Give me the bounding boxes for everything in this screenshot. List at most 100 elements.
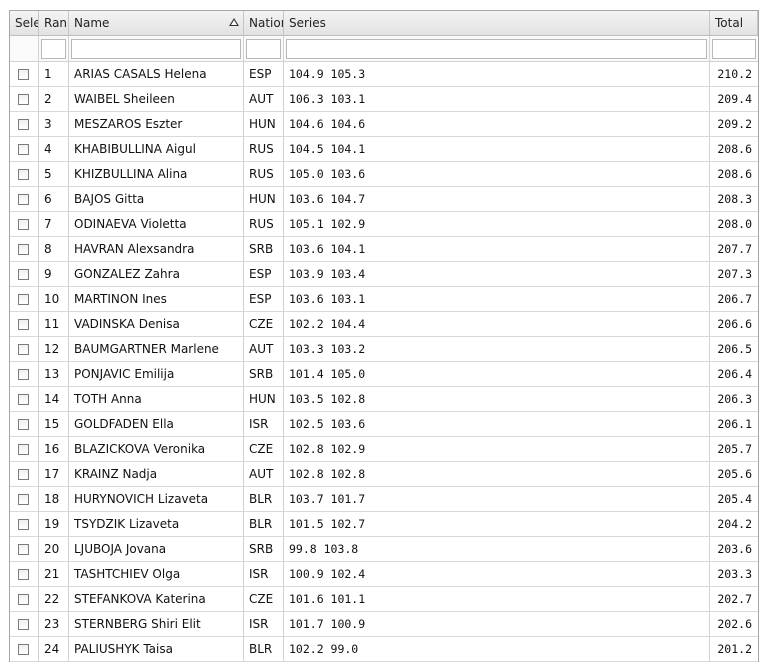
select-cell bbox=[10, 212, 39, 236]
rank-cell: 15 bbox=[39, 412, 69, 436]
filter-input-series[interactable] bbox=[286, 38, 707, 59]
table-row[interactable]: 2 WAIBEL Sheileen AUT 106.3 103.1 209.4 bbox=[10, 87, 758, 112]
select-cell bbox=[10, 87, 39, 111]
row-select-checkbox[interactable] bbox=[18, 643, 29, 655]
table-row[interactable]: 18 HURYNOVICH Lizaveta BLR 103.7 101.7 205.4 bbox=[10, 487, 758, 512]
table-row[interactable]: 4 KHABIBULLINA Aigul RUS 104.5 104.1 208.6 bbox=[10, 137, 758, 162]
series-cell: 102.2 99.0 bbox=[284, 637, 710, 661]
column-header-label: Total bbox=[715, 16, 744, 30]
rank-cell: 12 bbox=[39, 337, 69, 361]
filter-input-rank[interactable] bbox=[41, 38, 66, 59]
rank-cell: 1 bbox=[39, 62, 69, 86]
table-row[interactable]: 10 MARTINON Ines ESP 103.6 103.1 206.7 bbox=[10, 287, 758, 312]
column-header-total[interactable]: Total bbox=[710, 11, 758, 35]
name-cell: GOLDFADEN Ella bbox=[69, 412, 244, 436]
row-select-checkbox[interactable] bbox=[18, 393, 29, 405]
table-row[interactable]: 5 KHIZBULLINA Alina RUS 105.0 103.6 208.6 bbox=[10, 162, 758, 187]
table-row[interactable]: 14 TOTH Anna HUN 103.5 102.8 206.3 bbox=[10, 387, 758, 412]
table-row[interactable]: 8 HAVRAN Alexsandra SRB 103.6 104.1 207.7 bbox=[10, 237, 758, 262]
row-select-checkbox[interactable] bbox=[18, 618, 29, 630]
name-cell: MESZAROS Eszter bbox=[69, 112, 244, 136]
name-cell: BAUMGARTNER Marlene bbox=[69, 337, 244, 361]
row-select-checkbox[interactable] bbox=[18, 218, 29, 230]
select-cell bbox=[10, 137, 39, 161]
row-select-checkbox[interactable] bbox=[18, 318, 29, 330]
column-header-rank[interactable]: Rank bbox=[39, 11, 69, 35]
total-cell: 208.3 bbox=[717, 192, 752, 206]
row-select-checkbox[interactable] bbox=[18, 93, 29, 105]
table-row[interactable]: 17 KRAINZ Nadja AUT 102.8 102.8 205.6 bbox=[10, 462, 758, 487]
row-select-checkbox[interactable] bbox=[18, 468, 29, 480]
select-cell bbox=[10, 162, 39, 186]
table-row[interactable]: 11 VADINSKA Denisa CZE 102.2 104.4 206.6 bbox=[10, 312, 758, 337]
rank-cell: 3 bbox=[39, 112, 69, 136]
row-select-checkbox[interactable] bbox=[18, 543, 29, 555]
nation-cell: BLR bbox=[244, 512, 284, 536]
sort-ascending-icon[interactable] bbox=[229, 18, 239, 26]
nation-cell: SRB bbox=[244, 362, 284, 386]
row-select-checkbox[interactable] bbox=[18, 443, 29, 455]
row-select-checkbox[interactable] bbox=[18, 568, 29, 580]
nation-cell: BLR bbox=[244, 487, 284, 511]
row-select-checkbox[interactable] bbox=[18, 493, 29, 505]
table-row[interactable]: 6 BAJOS Gitta HUN 103.6 104.7 208.3 bbox=[10, 187, 758, 212]
nation-cell: ESP bbox=[244, 262, 284, 286]
column-header-nation[interactable]: Nation bbox=[244, 11, 284, 35]
select-cell bbox=[10, 187, 39, 211]
row-select-checkbox[interactable] bbox=[18, 143, 29, 155]
table-row[interactable]: 21 TASHTCHIEV Olga ISR 100.9 102.4 203.3 bbox=[10, 562, 758, 587]
table-row[interactable]: 24 PALIUSHYK Taisa BLR 102.2 99.0 201.2 bbox=[10, 637, 758, 662]
table-row[interactable]: 19 TSYDZIK Lizaveta BLR 101.5 102.7 204.2 bbox=[10, 512, 758, 537]
series-cell: 103.3 103.2 bbox=[284, 337, 710, 361]
total-cell: 207.3 bbox=[717, 267, 752, 281]
select-cell bbox=[10, 512, 39, 536]
table-row[interactable]: 23 STERNBERG Shiri Elit ISR 101.7 100.9 202.… bbox=[10, 612, 758, 637]
rank-cell: 2 bbox=[39, 87, 69, 111]
table-row[interactable]: 7 ODINAEVA Violetta RUS 105.1 102.9 208.0 bbox=[10, 212, 758, 237]
table-row[interactable]: 12 BAUMGARTNER Marlene AUT 103.3 103.2 206.5 bbox=[10, 337, 758, 362]
table-row[interactable]: 15 GOLDFADEN Ella ISR 102.5 103.6 206.1 bbox=[10, 412, 758, 437]
rank-cell: 23 bbox=[39, 612, 69, 636]
row-select-checkbox[interactable] bbox=[18, 243, 29, 255]
row-select-checkbox[interactable] bbox=[18, 268, 29, 280]
row-select-checkbox[interactable] bbox=[18, 593, 29, 605]
name-cell: STERNBERG Shiri Elit bbox=[69, 612, 244, 636]
row-select-checkbox[interactable] bbox=[18, 343, 29, 355]
table-row[interactable]: 16 BLAZICKOVA Veronika CZE 102.8 102.9 205.7 bbox=[10, 437, 758, 462]
column-header-name[interactable]: Name bbox=[69, 11, 244, 35]
total-cell: 202.6 bbox=[717, 617, 752, 631]
name-cell: BAJOS Gitta bbox=[69, 187, 244, 211]
column-header-series[interactable]: Series bbox=[284, 11, 710, 35]
table-row[interactable]: 22 STEFANKOVA Katerina CZE 101.6 101.1 202.7 bbox=[10, 587, 758, 612]
series-cell: 105.0 103.6 bbox=[284, 162, 710, 186]
table-row[interactable]: 13 PONJAVIC Emilija SRB 101.4 105.0 206.4 bbox=[10, 362, 758, 387]
total-cell: 209.2 bbox=[717, 117, 752, 131]
column-header-select[interactable]: Select bbox=[10, 11, 39, 35]
row-select-checkbox[interactable] bbox=[18, 368, 29, 380]
filter-input-total[interactable] bbox=[712, 38, 756, 59]
row-select-checkbox[interactable] bbox=[18, 518, 29, 530]
table-row[interactable]: 9 GONZALEZ Zahra ESP 103.9 103.4 207.3 bbox=[10, 262, 758, 287]
series-cell: 102.8 102.9 bbox=[284, 437, 710, 461]
name-cell: BLAZICKOVA Veronika bbox=[69, 437, 244, 461]
row-select-checkbox[interactable] bbox=[18, 118, 29, 130]
filter-input-name[interactable] bbox=[71, 38, 241, 59]
total-cell: 206.4 bbox=[717, 367, 752, 381]
table-row[interactable]: 3 MESZAROS Eszter HUN 104.6 104.6 209.2 bbox=[10, 112, 758, 137]
rank-cell: 18 bbox=[39, 487, 69, 511]
filter-input-nation[interactable] bbox=[246, 38, 281, 59]
filter-cell-nation bbox=[244, 36, 284, 61]
table-row[interactable]: 1 ARIAS CASALS Helena ESP 104.9 105.3 210.2 bbox=[10, 62, 758, 87]
row-select-checkbox[interactable] bbox=[18, 293, 29, 305]
series-cell: 103.9 103.4 bbox=[284, 262, 710, 286]
total-cell: 203.6 bbox=[717, 542, 752, 556]
nation-cell: CZE bbox=[244, 437, 284, 461]
row-select-checkbox[interactable] bbox=[18, 418, 29, 430]
select-cell bbox=[10, 337, 39, 361]
row-select-checkbox[interactable] bbox=[18, 168, 29, 180]
table-row[interactable]: 20 LJUBOJA Jovana SRB 99.8 103.8 203.6 bbox=[10, 537, 758, 562]
row-select-checkbox[interactable] bbox=[18, 193, 29, 205]
row-select-checkbox[interactable] bbox=[18, 68, 29, 80]
filter-cell-name bbox=[69, 36, 244, 61]
total-cell: 208.6 bbox=[717, 142, 752, 156]
